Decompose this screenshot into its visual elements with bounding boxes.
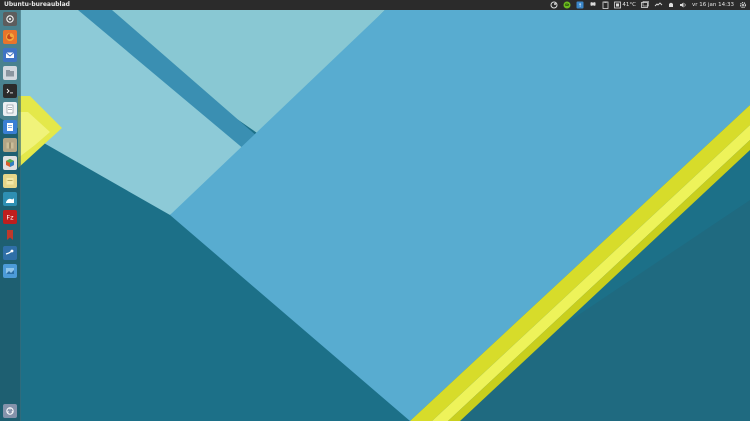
dash-home-icon[interactable] — [3, 12, 17, 26]
photos-icon[interactable] — [3, 264, 17, 278]
steam-tray-icon[interactable] — [550, 0, 558, 10]
trash-icon[interactable] — [3, 404, 17, 418]
temperature-indicator[interactable]: 41°C — [614, 0, 636, 10]
panel-indicators: ↑ 41°C vr 16 jan 14:33 — [550, 0, 747, 10]
bookmark-app-icon[interactable] — [3, 228, 17, 242]
gear-icon[interactable] — [739, 0, 747, 10]
clipboard-icon[interactable] — [602, 0, 609, 10]
steam-icon[interactable] — [3, 246, 17, 260]
text-editor-icon[interactable] — [3, 102, 17, 116]
window-indicator-icon[interactable] — [641, 0, 649, 10]
libreoffice-writer-icon[interactable] — [3, 120, 17, 134]
temperature-text: 41°C — [622, 2, 636, 8]
software-center-icon[interactable] — [3, 156, 17, 170]
sound-icon[interactable] — [679, 0, 687, 10]
svg-text:Fz: Fz — [6, 214, 14, 222]
files-icon[interactable] — [3, 66, 17, 80]
filezilla-icon[interactable]: Fz — [3, 210, 17, 224]
desktop-wallpaper — [0, 0, 750, 421]
terminal-icon[interactable] — [3, 84, 17, 98]
window-title: Ubuntu-bureaublad — [4, 1, 70, 8]
firefox-icon[interactable] — [3, 30, 17, 44]
archive-manager-icon[interactable] — [3, 138, 17, 152]
launcher: Fz — [0, 10, 21, 421]
thunderbird-mail-icon[interactable] — [3, 48, 17, 62]
network-icon[interactable] — [654, 0, 663, 10]
messaging-icon[interactable] — [668, 0, 674, 10]
top-panel: Ubuntu-bureaublad ↑ 41°C vr 16 jan 14:33 — [0, 0, 750, 10]
clock[interactable]: vr 16 jan 14:33 — [692, 0, 734, 10]
keyboard-indicator-icon[interactable]: ↑ — [576, 0, 584, 10]
seahorse-icon[interactable] — [3, 192, 17, 206]
notes-icon[interactable] — [3, 174, 17, 188]
svg-text:↑: ↑ — [578, 3, 582, 9]
dropbox-icon[interactable] — [589, 0, 597, 10]
spotify-tray-icon[interactable] — [563, 0, 571, 10]
